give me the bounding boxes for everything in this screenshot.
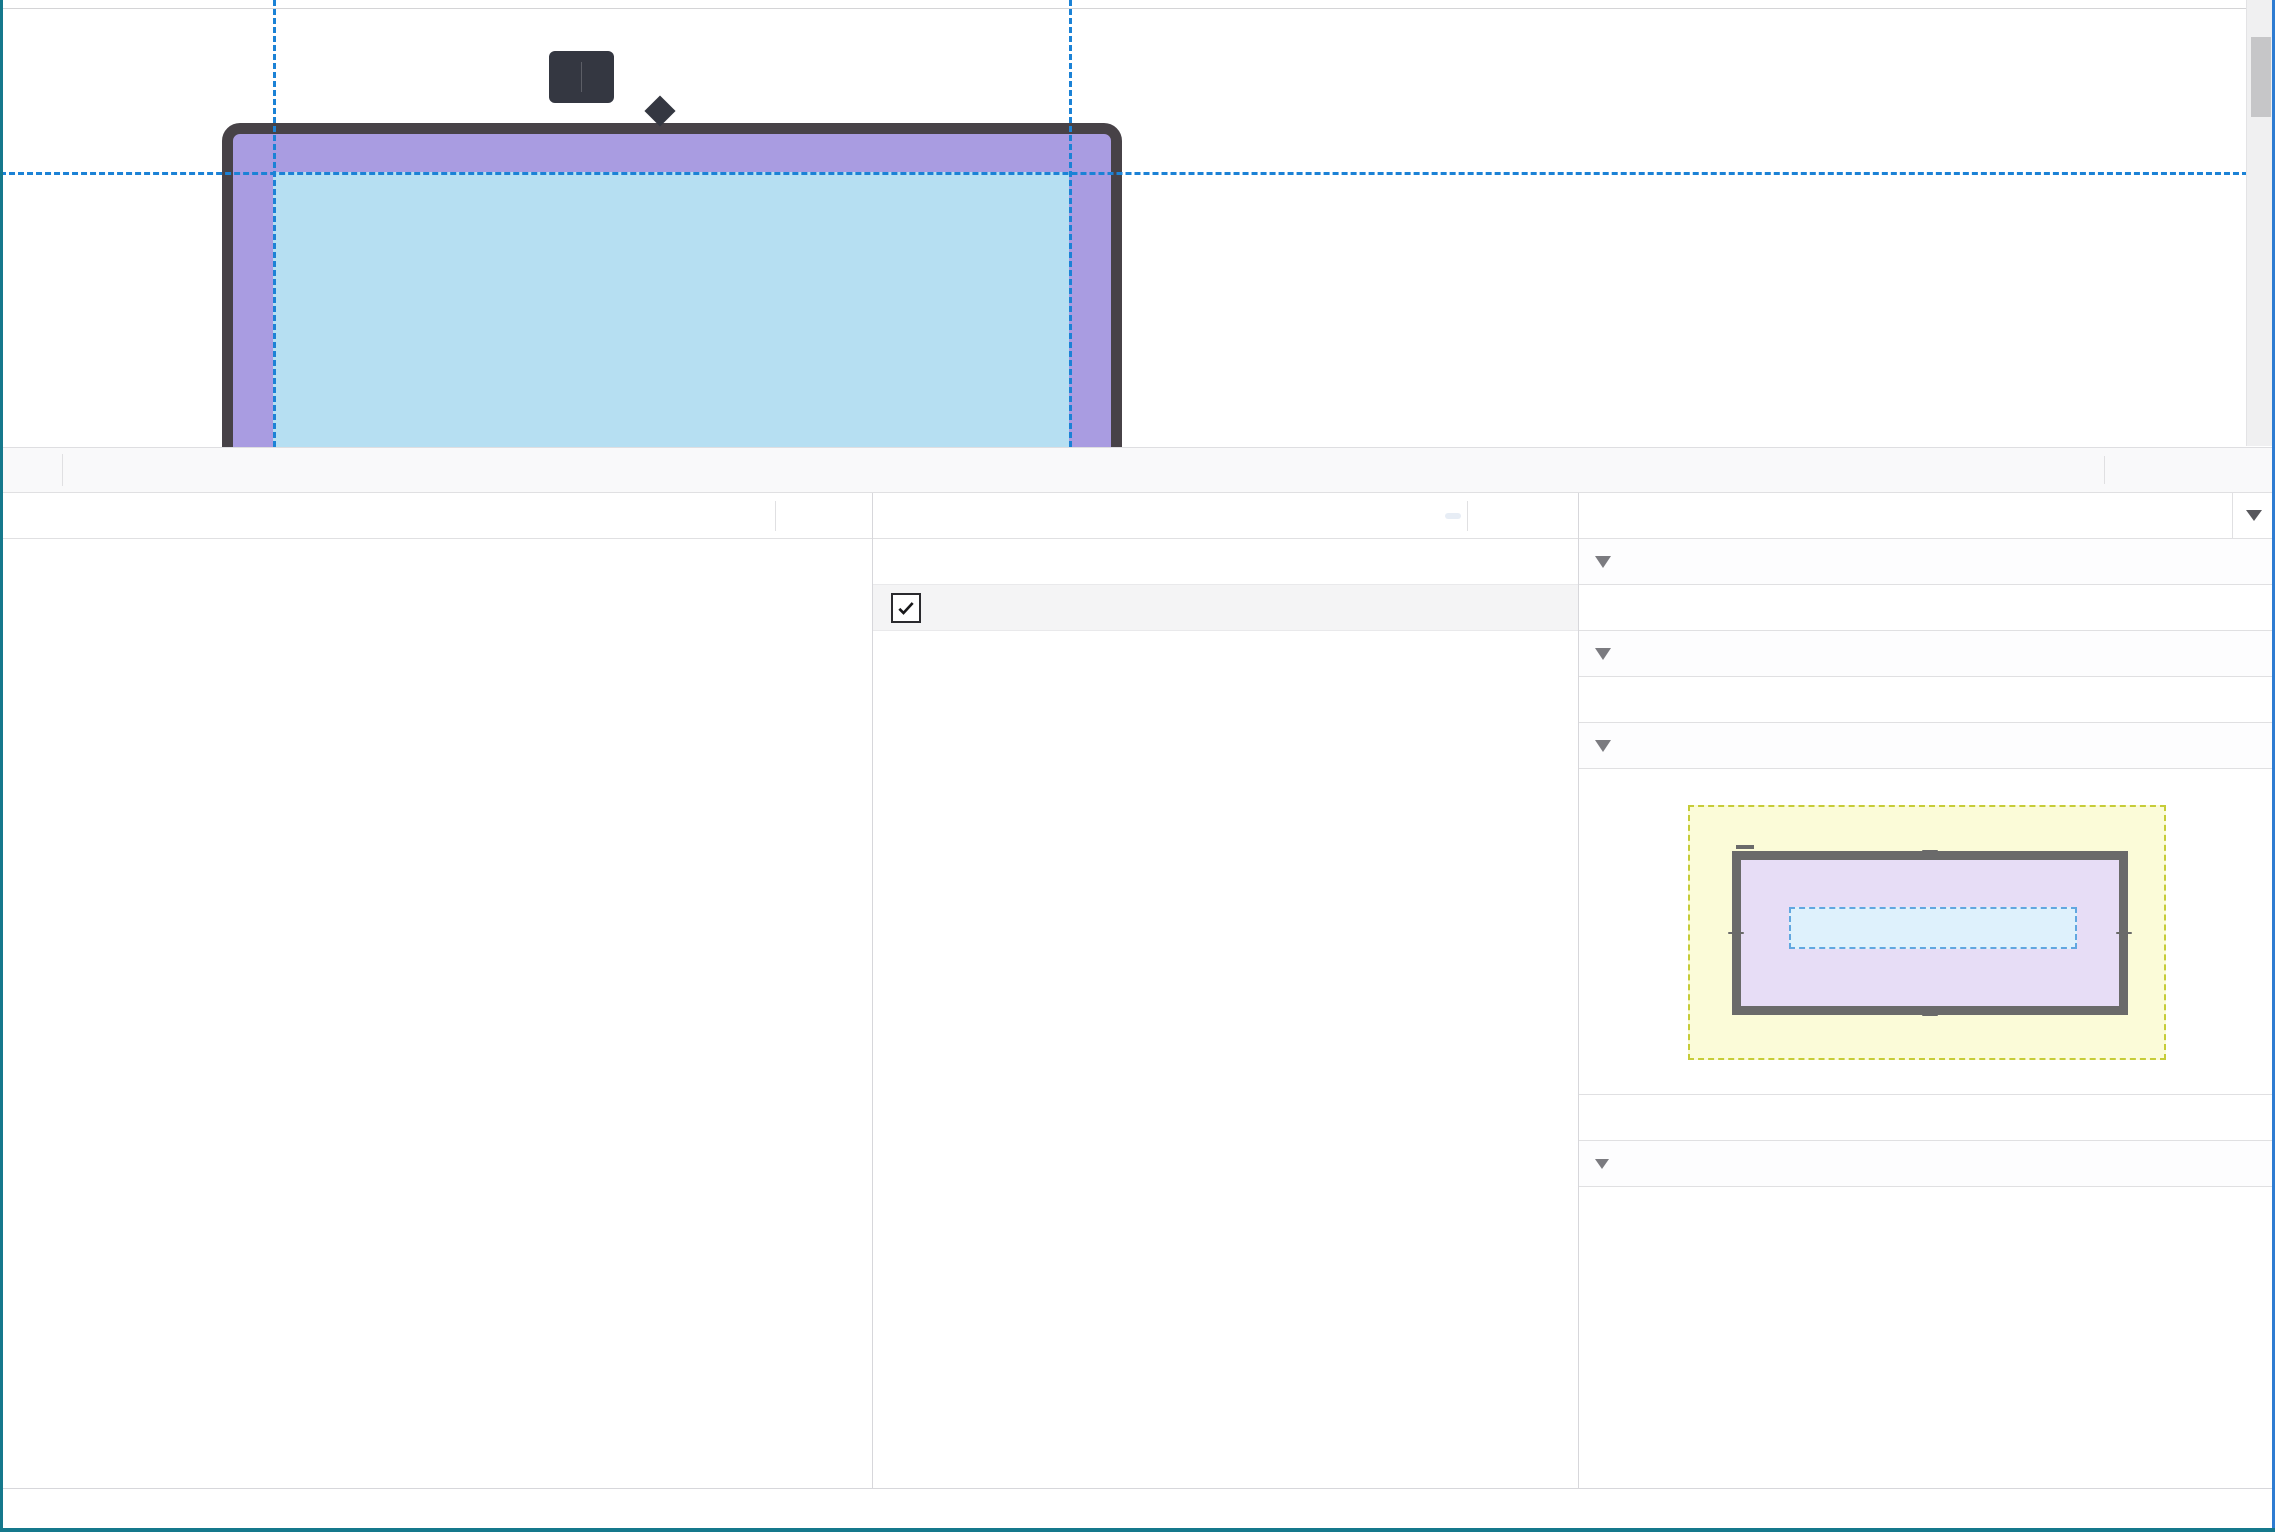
twisty-open-icon (1595, 739, 1611, 752)
box-model-section-header[interactable] (1579, 723, 2275, 769)
twisty-open-icon (1595, 1158, 1609, 1169)
infobar-separator (581, 62, 582, 92)
twisty-open-icon (1595, 555, 1611, 568)
all-tabs-menu-button[interactable] (2232, 493, 2275, 538)
window-border-bottom (0, 1528, 2275, 1532)
breadcrumb (0, 1488, 2275, 1528)
flexbox-section-header[interactable] (1579, 539, 2275, 585)
add-new-class-input[interactable] (873, 539, 1578, 585)
scroll-down-icon[interactable] (2249, 408, 2273, 432)
inspector-guide-vertical-right (1069, 0, 1072, 447)
print-media-simulation-icon[interactable] (1524, 496, 1568, 536)
scrollbar-thumb[interactable] (2251, 37, 2271, 117)
grid-empty-message (1579, 677, 2275, 723)
eyedropper-icon[interactable] (828, 496, 872, 536)
toggle-classes-button[interactable] (1445, 512, 1461, 519)
node-infobar-arrow (644, 95, 676, 127)
scroll-up-icon[interactable] (2249, 8, 2273, 32)
class-checkbox[interactable] (891, 592, 921, 623)
close-devtools-icon[interactable] (2217, 450, 2261, 490)
box-model-content-box[interactable] (1789, 907, 2077, 949)
twisty-open-icon (1595, 647, 1611, 660)
element-dimensions-row (1579, 1095, 2275, 1141)
node-infobar-tooltip (549, 51, 614, 103)
devtools-toolbar (0, 447, 2275, 493)
toolbar-separator (2104, 456, 2105, 484)
box-model-border-layer (1732, 851, 2128, 1015)
meatball-menu-icon[interactable] (2165, 450, 2209, 490)
search-html-bar[interactable] (0, 493, 872, 539)
border-bottom-value[interactable] (1922, 1014, 1938, 1016)
flexbox-empty-message (1579, 585, 2275, 631)
inspector-guide-vertical-left (273, 0, 276, 447)
window-border-left (0, 0, 3, 1532)
border-left-value[interactable] (1728, 932, 1744, 934)
toggle-pseudo-classes-button[interactable] (1423, 513, 1439, 519)
page-viewport (0, 0, 2275, 447)
box-model-properties-header[interactable] (1579, 1141, 2275, 1187)
pick-element-button[interactable] (0, 448, 62, 492)
markup-pane (0, 493, 873, 1489)
sidebar-toggle-icon[interactable] (1587, 496, 1631, 536)
filter-styles-bar[interactable] (873, 493, 1578, 539)
box-model-diagram-wrap (1579, 769, 2275, 1095)
box-model-margin-layer (1688, 805, 2166, 1060)
add-node-icon[interactable] (784, 496, 828, 536)
grid-section-header[interactable] (1579, 631, 2275, 677)
viewport-top-hairline (0, 8, 2247, 9)
toolbar-separator (775, 500, 776, 531)
inspector-panes (0, 493, 2275, 1489)
page-scrollbar[interactable] (2246, 0, 2275, 446)
toolbar-right-buttons (2104, 448, 2275, 492)
chevron-down-icon (2246, 510, 2262, 521)
rules-pane (873, 493, 1579, 1489)
toolbar-separator (62, 454, 63, 486)
sidebar-tabs (1631, 493, 2232, 538)
layout-pane (1579, 493, 2275, 1489)
firefox-devtools-window (0, 0, 2275, 1532)
border-top-value[interactable] (1922, 850, 1938, 852)
class-toggle-row (873, 585, 1578, 631)
sidebar-tab-bar (1579, 493, 2275, 539)
rules-list (873, 539, 1578, 631)
box1-content-highlight (273, 172, 1069, 447)
border-right-value[interactable] (2116, 932, 2132, 934)
inspector-guide-horizontal (0, 172, 2275, 175)
box-model-properties-list (1579, 1187, 2275, 1193)
html-tree (0, 539, 872, 545)
toolbar-separator (1467, 500, 1468, 531)
add-rule-icon[interactable] (1474, 496, 1518, 536)
border-label (1736, 845, 1754, 849)
responsive-design-icon[interactable] (2113, 450, 2157, 490)
